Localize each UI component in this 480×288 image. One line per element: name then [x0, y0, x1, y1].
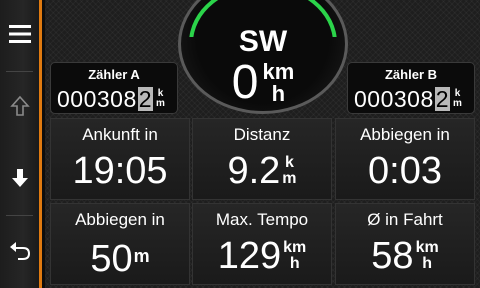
sidebar-divider [6, 215, 33, 216]
scroll-up-button[interactable] [0, 88, 39, 128]
compass-heading: SW [238, 25, 288, 58]
tile-number: 58 [371, 235, 414, 277]
tile-label: Abbiegen in [75, 210, 165, 229]
back-arrow-icon [8, 239, 32, 266]
counter-b-unit: k m [453, 89, 462, 109]
trip-counter-b[interactable]: Zähler B 000308 2 k m [347, 62, 475, 114]
speed-value: 0 [231, 56, 259, 109]
tile-unit: km h [283, 240, 306, 272]
tile-unit: k m [282, 155, 296, 187]
tile-next-turn-time[interactable]: Abbiegen in 0:03 [335, 118, 475, 200]
scroll-down-button[interactable] [0, 160, 39, 200]
tile-number: 129 [217, 235, 282, 277]
tile-value: 9.2 k m [193, 149, 331, 193]
counter-b-last-digit: 2 [434, 86, 451, 112]
counter-b-value: 000308 2 k m [354, 85, 462, 113]
current-speed: 0 km h [181, 59, 345, 107]
tile-label: Ankunft in [82, 125, 158, 144]
tile-value: 129 km h [193, 234, 331, 278]
unit-bottom: h [271, 81, 286, 106]
tile-label: Ø in Fahrt [367, 210, 443, 229]
arrow-down-icon [10, 167, 30, 194]
tile-arrival[interactable]: Ankunft in 19:05 [50, 118, 190, 200]
unit-bottom: m [156, 98, 166, 109]
unit-bottom: m [453, 98, 463, 109]
tile-number: 0:03 [368, 150, 442, 192]
tile-value: 50 m [51, 234, 189, 284]
counter-a-value: 000308 2 k m [57, 85, 165, 113]
tile-unit: m [133, 246, 150, 266]
tile-max-speed[interactable]: Max. Tempo 129 km h [192, 203, 332, 285]
unit-top: km [415, 239, 439, 256]
tile-label: Abbiegen in [360, 125, 450, 144]
trip-counter-a[interactable]: Zähler A 000308 2 k m [50, 62, 178, 114]
trip-computer-panel: Zähler A 000308 2 k m Zähler B 000308 2 k … [45, 0, 480, 288]
menu-button[interactable] [0, 16, 39, 56]
tile-unit: km h [416, 240, 439, 272]
tile-number: 19:05 [72, 150, 168, 192]
hamburger-menu-icon [8, 24, 31, 49]
counter-a-unit: k m [156, 89, 165, 109]
unit-bottom: h [289, 255, 300, 272]
arrow-up-icon [9, 95, 30, 122]
tile-number: 9.2 [227, 150, 281, 192]
tile-value: 19:05 [51, 149, 189, 193]
compass-speed-dial: SW 0 km h [178, 0, 348, 114]
tile-label: Max. Tempo [215, 210, 309, 229]
tile-value: 58 km h [336, 234, 474, 278]
speed-unit: km h [262, 61, 294, 105]
tile-distance[interactable]: Distanz 9.2 k m [192, 118, 332, 200]
tile-average-moving-speed[interactable]: Ø in Fahrt 58 km h [335, 203, 475, 285]
unit-bottom: h [422, 255, 433, 272]
unit-bottom: m [282, 170, 297, 187]
unit-top: km [283, 239, 307, 256]
counter-b-label: Zähler B [384, 67, 437, 82]
counter-b-digits: 000308 [354, 86, 434, 112]
tile-value: 0:03 [336, 149, 474, 193]
unit-top: k [284, 154, 294, 171]
back-button[interactable] [0, 232, 39, 272]
counter-a-last-digit: 2 [137, 86, 154, 112]
unit-top: km [262, 59, 295, 84]
counter-a-label: Zähler A [88, 67, 140, 82]
left-toolbar [0, 0, 42, 288]
counter-a-digits: 000308 [57, 86, 137, 112]
tile-label: Distanz [233, 125, 291, 144]
tile-next-turn-distance[interactable]: Abbiegen in 50 m [50, 203, 190, 285]
tile-number: 50 [90, 238, 133, 280]
sidebar-divider [6, 71, 33, 72]
